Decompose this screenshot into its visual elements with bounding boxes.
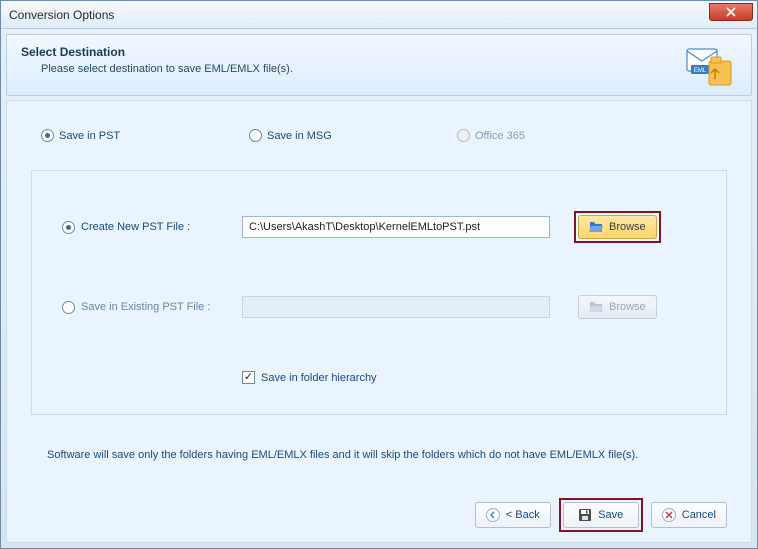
- radio-icon: [249, 129, 262, 142]
- radio-create-new-pst[interactable]: Create New PST File :: [62, 221, 232, 234]
- radio-icon: [62, 301, 75, 314]
- checkbox-folder-hierarchy[interactable]: Save in folder hierarchy: [242, 371, 704, 384]
- browse-highlight: Browse: [574, 211, 661, 243]
- button-label: Browse: [609, 301, 646, 313]
- row-create-new-pst: Create New PST File : Browse: [62, 211, 704, 243]
- titlebar: Conversion Options: [1, 1, 757, 29]
- radio-label: Save in PST: [59, 130, 120, 142]
- cancel-icon: [662, 508, 676, 522]
- close-button[interactable]: [709, 3, 753, 21]
- button-label: Browse: [609, 221, 646, 233]
- radio-save-msg[interactable]: Save in MSG: [249, 129, 457, 142]
- radio-label: Save in Existing PST File :: [81, 301, 210, 313]
- radio-existing-pst[interactable]: Save in Existing PST File :: [62, 301, 232, 314]
- folder-icon: [589, 221, 603, 233]
- button-label: < Back: [506, 509, 540, 521]
- radio-label: Create New PST File :: [81, 221, 190, 233]
- new-pst-path-input[interactable]: [242, 216, 550, 238]
- row-existing-pst: Save in Existing PST File : Browse: [62, 291, 704, 323]
- radio-icon: [457, 129, 470, 142]
- existing-pst-path-input: [242, 296, 550, 318]
- close-icon: [726, 7, 736, 17]
- radio-label: Office 365: [475, 130, 525, 142]
- note-text: Software will save only the folders havi…: [47, 449, 727, 461]
- button-label: Cancel: [682, 509, 716, 521]
- arrow-left-icon: [486, 508, 500, 522]
- radio-label: Save in MSG: [267, 130, 332, 142]
- header-panel: Select Destination Please select destina…: [6, 34, 752, 96]
- header-eml-icon: EML: [685, 45, 733, 89]
- browse-wrap-disabled: Browse: [574, 291, 661, 323]
- save-highlight: Save: [559, 498, 643, 532]
- radio-office365[interactable]: Office 365: [457, 129, 665, 142]
- content-area: Select Destination Please select destina…: [1, 29, 757, 548]
- header-title: Select Destination: [21, 45, 293, 59]
- radio-save-pst[interactable]: Save in PST: [41, 129, 249, 142]
- checkbox-label: Save in folder hierarchy: [261, 372, 377, 384]
- radio-icon: [62, 221, 75, 234]
- radio-icon: [41, 129, 54, 142]
- header-desc: Please select destination to save EML/EM…: [41, 63, 293, 75]
- folder-icon: [589, 301, 603, 313]
- cancel-button[interactable]: Cancel: [651, 502, 727, 528]
- window-title: Conversion Options: [9, 8, 114, 22]
- format-radio-group: Save in PST Save in MSG Office 365: [31, 129, 727, 142]
- svg-text:EML: EML: [694, 68, 707, 74]
- back-button[interactable]: < Back: [475, 502, 551, 528]
- save-button[interactable]: Save: [563, 502, 639, 528]
- browse-existing-pst-button: Browse: [578, 295, 657, 319]
- dialog-window: Conversion Options Select Destination Pl…: [0, 0, 758, 549]
- pst-options-group: Create New PST File : Browse: [31, 170, 727, 415]
- browse-new-pst-button[interactable]: Browse: [578, 215, 657, 239]
- floppy-icon: [578, 508, 592, 522]
- button-bar: < Back Save: [31, 482, 727, 532]
- button-label: Save: [598, 509, 623, 521]
- checkbox-icon: [242, 371, 255, 384]
- body-panel: Save in PST Save in MSG Office 365 Creat…: [6, 100, 752, 543]
